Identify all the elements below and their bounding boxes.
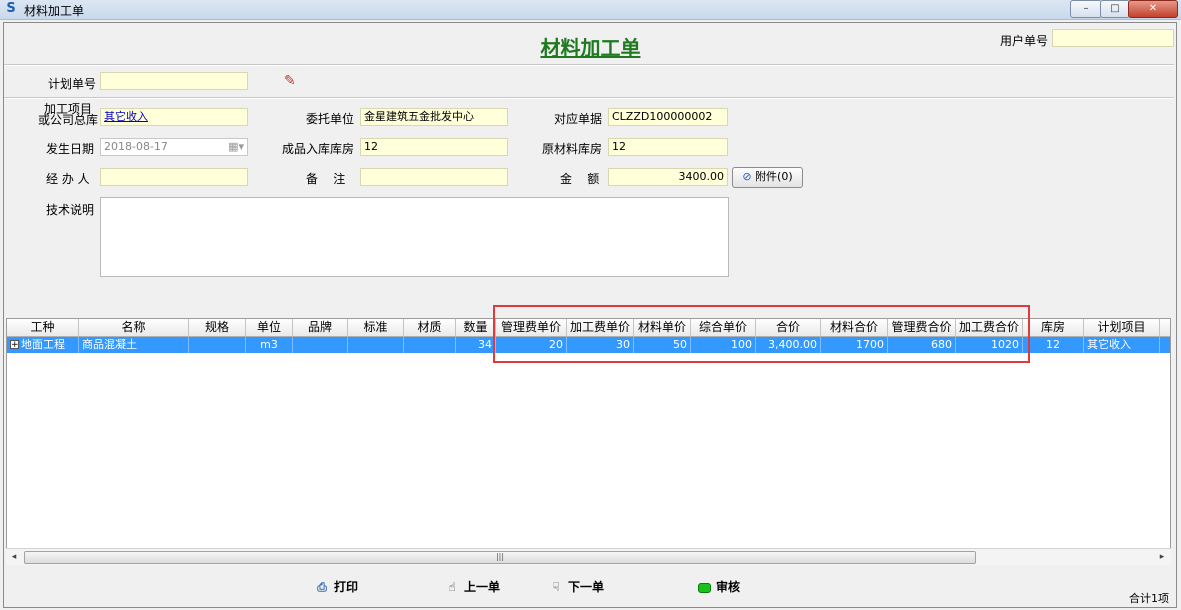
paperclip-icon: ⊘ <box>742 170 752 183</box>
client-label: 委托单位 <box>306 112 355 126</box>
cell-plan-project: 其它收入 <box>1084 337 1160 353</box>
divider <box>4 64 1174 66</box>
print-button[interactable]: ⎙ 打印 <box>314 578 358 596</box>
date-label: 发生日期 <box>46 142 95 156</box>
prev-button[interactable]: ☝ 上一单 <box>444 578 500 596</box>
date-input[interactable]: 2018-08-17 ▦▾ <box>100 138 248 156</box>
amount-input[interactable]: 3400.00 <box>608 168 728 186</box>
pencil-icon[interactable]: ✎ <box>284 73 296 89</box>
printer-icon: ⎙ <box>317 580 327 594</box>
plan-no-input[interactable] <box>100 72 248 90</box>
col-header-extra <box>1160 319 1170 336</box>
close-button[interactable]: ✕ <box>1128 0 1178 18</box>
remark-label: 备 注 <box>306 172 346 186</box>
cell-standard <box>348 337 404 353</box>
cell-worktype: 地面工程 <box>19 337 79 353</box>
hand-up-icon: ☝ <box>448 580 456 594</box>
user-no-input[interactable] <box>1052 29 1174 47</box>
col-header-brand[interactable]: 品牌 <box>293 319 348 336</box>
handler-label: 经 办 人 <box>46 172 90 186</box>
ref-doc-input[interactable]: CLZZD100000002 <box>608 108 728 126</box>
col-header-spec[interactable]: 规格 <box>189 319 246 336</box>
project-input[interactable]: 其它收入 <box>100 108 248 126</box>
maximize-button[interactable]: □ <box>1100 0 1130 18</box>
col-header-plan-project[interactable]: 计划项目 <box>1084 319 1160 336</box>
attachment-button[interactable]: ⊘ 附件(0) <box>732 167 803 188</box>
attachment-label: 附件(0) <box>755 170 793 183</box>
col-header-unit[interactable]: 单位 <box>246 319 293 336</box>
project-label: 加工项目 或公司总库 <box>38 103 98 126</box>
scrollbar-thumb[interactable]: ||| <box>24 551 976 564</box>
window-title: 材料加工单 <box>24 4 85 18</box>
client-input[interactable]: 金星建筑五金批发中心 <box>360 108 508 126</box>
horizontal-scrollbar[interactable]: ◂ ||| ▸ <box>6 548 1171 565</box>
scroll-right-arrow-icon[interactable]: ▸ <box>1156 551 1168 563</box>
cell-spec <box>189 337 246 353</box>
amount-label: 金 额 <box>560 172 600 186</box>
col-header-standard[interactable]: 标准 <box>348 319 404 336</box>
product-store-input[interactable]: 12 <box>360 138 508 156</box>
window-titlebar: S 材料加工单 <box>0 0 1181 20</box>
expand-plus-icon[interactable]: + <box>10 340 19 350</box>
divider <box>4 97 1174 99</box>
cell-brand <box>293 337 348 353</box>
col-header-worktype[interactable]: 工种 <box>7 319 79 336</box>
product-store-label: 成品入库库房 <box>282 142 355 156</box>
cell-quantity: 34 <box>456 337 496 353</box>
prev-label: 上一单 <box>464 580 501 594</box>
audit-button[interactable]: 审核 <box>696 578 740 596</box>
calendar-dropdown-icon[interactable]: ▦▾ <box>228 139 244 155</box>
minimize-button[interactable]: – <box>1070 0 1102 18</box>
col-header-material[interactable]: 材质 <box>404 319 456 336</box>
highlight-box <box>493 305 1030 363</box>
col-header-name[interactable]: 名称 <box>79 319 189 336</box>
cell-unit: m3 <box>246 337 293 353</box>
handler-input[interactable] <box>100 168 248 186</box>
plan-no-label: 计划单号 <box>48 77 97 91</box>
print-label: 打印 <box>334 580 359 594</box>
green-light-icon <box>696 578 712 596</box>
scroll-left-arrow-icon[interactable]: ◂ <box>8 551 20 563</box>
audit-label: 审核 <box>716 580 741 594</box>
date-value: 2018-08-17 <box>104 140 168 153</box>
remark-input[interactable] <box>360 168 508 186</box>
cell-extra <box>1160 337 1170 353</box>
total-count-label: 合计1项 <box>1129 592 1169 605</box>
next-button[interactable]: ☟ 下一单 <box>548 578 604 596</box>
hand-down-icon: ☟ <box>552 580 560 594</box>
tech-description-textarea[interactable] <box>100 197 729 277</box>
raw-store-input[interactable]: 12 <box>608 138 728 156</box>
user-no-label: 用户单号 <box>1000 34 1049 48</box>
raw-store-label: 原材料库房 <box>542 142 603 156</box>
cell-name: 商品混凝土 <box>79 337 189 353</box>
next-label: 下一单 <box>568 580 605 594</box>
col-header-store[interactable]: 库房 <box>1023 319 1084 336</box>
app-icon: S <box>6 1 16 16</box>
cell-store: 12 <box>1023 337 1084 353</box>
ref-doc-label: 对应单据 <box>554 112 603 126</box>
project-label-line2: 或公司总库 <box>38 113 99 127</box>
col-header-quantity[interactable]: 数量 <box>456 319 496 336</box>
tech-label: 技术说明 <box>46 203 95 217</box>
cell-material <box>404 337 456 353</box>
